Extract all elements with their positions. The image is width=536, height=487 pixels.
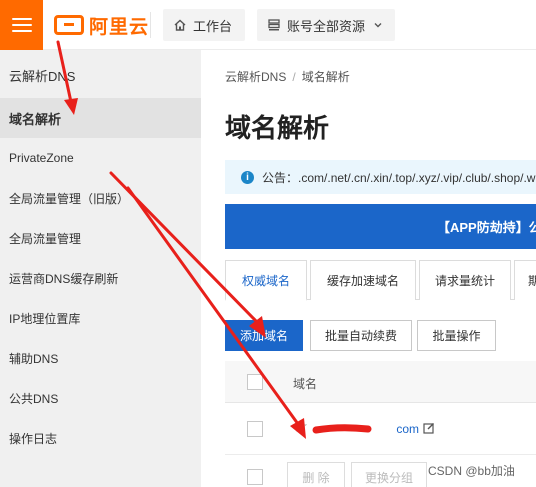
banner-text: 【APP防劫持】公 (437, 220, 536, 235)
chevron-down-icon (374, 23, 382, 28)
menu-button[interactable] (0, 0, 43, 50)
sidebar-item-gtm-legacy[interactable]: 全局流量管理（旧版） (0, 178, 201, 218)
tab-cache-acceleration[interactable]: 缓存加速域名 (310, 260, 416, 300)
promo-banner[interactable]: 【APP防劫持】公 (225, 204, 536, 249)
aliyun-logo[interactable]: 阿里云 (54, 12, 149, 38)
column-domain: 域名 (293, 377, 318, 391)
resource-group-icon (268, 19, 280, 31)
aliyun-logo-icon (54, 15, 84, 35)
sidebar-item-public-dns[interactable]: 公共DNS (0, 378, 201, 418)
info-icon: i (241, 170, 254, 184)
sidebar-title: 云解析DNS (9, 69, 76, 84)
workbench-button[interactable]: 工作台 (163, 9, 245, 41)
table-row: ☆ com (225, 403, 536, 455)
breadcrumb-current: 域名解析 (301, 70, 350, 84)
sidebar-item-domain-resolution[interactable]: 域名解析 (0, 98, 201, 138)
sidebar: 云解析DNS 域名解析 PrivateZone 全局流量管理（旧版） 全局流量管… (0, 50, 201, 487)
tab-bar: 权威域名 缓存加速域名 请求量统计 期 (225, 260, 536, 301)
select-all-checkbox[interactable] (247, 374, 263, 390)
workbench-label: 工作台 (193, 18, 233, 34)
row-checkbox[interactable] (247, 421, 263, 437)
footer-select-checkbox[interactable] (247, 469, 263, 485)
hamburger-icon (11, 18, 32, 20)
notice-text: 公告：.com/.net/.cn/.xin/.top/.xyz/.vip/.cl… (262, 170, 536, 185)
sidebar-item-gtm[interactable]: 全局流量管理 (0, 218, 201, 258)
resource-label: 账号全部资源 (287, 18, 366, 34)
top-bar: 阿里云 工作台 账号全部资源 (0, 0, 536, 50)
page-title: 域名解析 (225, 113, 330, 143)
table-header: 域名 (225, 361, 536, 403)
breadcrumb-separator: / (292, 70, 296, 84)
sidebar-item-secondary-dns[interactable]: 辅助DNS (0, 338, 201, 378)
breadcrumb-root[interactable]: 云解析DNS (225, 70, 286, 84)
add-domain-button[interactable]: 添加域名 (225, 320, 303, 351)
star-icon[interactable]: ☆ (293, 418, 308, 435)
delete-button[interactable]: 删 除 (287, 462, 345, 487)
edit-icon[interactable] (423, 422, 435, 434)
tab-more[interactable]: 期 (514, 260, 536, 300)
sidebar-item-isp-cache-refresh[interactable]: 运营商DNS缓存刷新 (0, 258, 201, 298)
sidebar-item-operation-log[interactable]: 操作日志 (0, 418, 201, 458)
logo-text: 阿里云 (89, 16, 150, 38)
change-group-button[interactable]: 更换分组 (351, 462, 427, 487)
tab-authoritative-domains[interactable]: 权威域名 (225, 260, 307, 301)
sidebar-item-ip-geo[interactable]: IP地理位置库 (0, 298, 201, 338)
watermark: CSDN @bb加油 (428, 464, 515, 478)
sidebar-item-privatezone[interactable]: PrivateZone (0, 138, 201, 178)
tab-request-stats[interactable]: 请求量统计 (419, 260, 511, 300)
breadcrumb: 云解析DNS / 域名解析 (225, 68, 350, 85)
batch-operation-button[interactable]: 批量操作 (417, 320, 496, 351)
resource-selector[interactable]: 账号全部资源 (257, 9, 395, 41)
batch-auto-renew-button[interactable]: 批量自动续费 (310, 320, 412, 351)
home-icon (174, 19, 186, 31)
domain-link[interactable]: com (315, 422, 419, 436)
main-content: 云解析DNS / 域名解析 域名解析 i 公告：.com/.net/.cn/.xin… (201, 50, 536, 487)
notice-bar: i 公告：.com/.net/.cn/.xin/.top/.xyz/.vip/.… (225, 160, 536, 194)
divider (150, 12, 151, 38)
